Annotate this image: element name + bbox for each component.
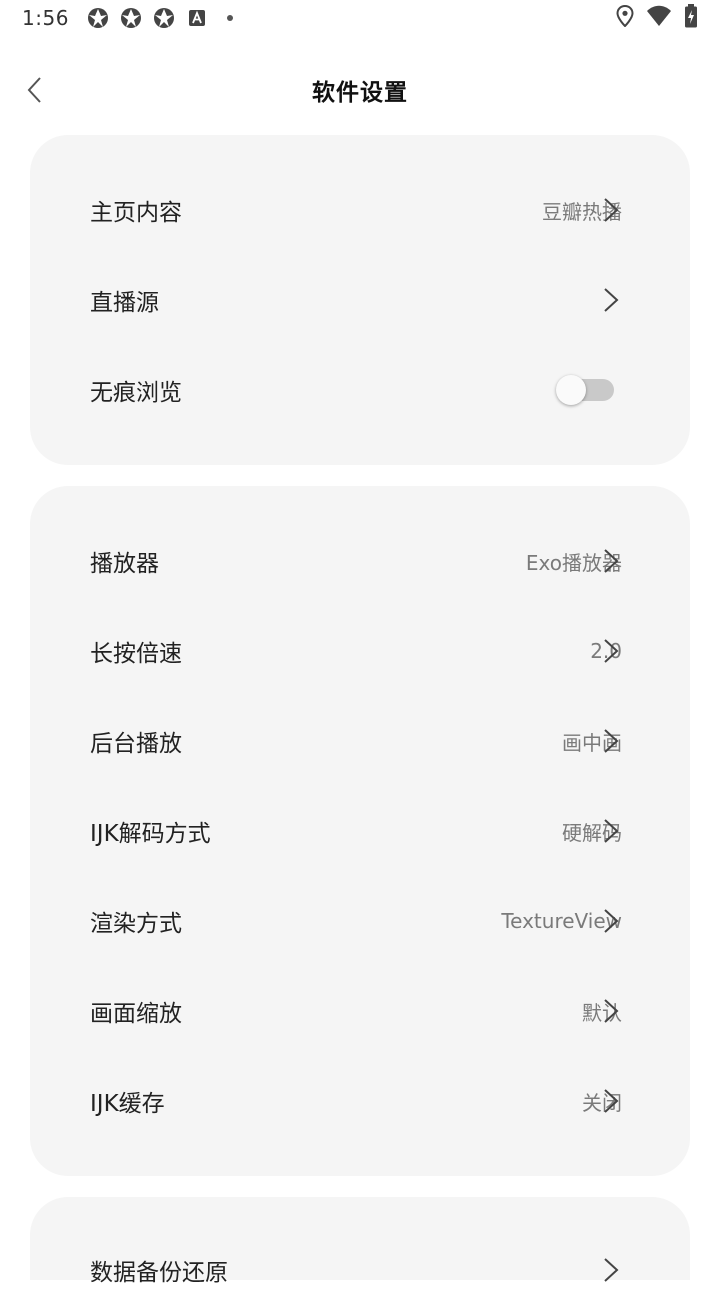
aperture-icon — [120, 7, 142, 29]
text-box-icon — [186, 7, 208, 29]
row-label: 长按倍速 — [90, 641, 182, 667]
row-label: 后台播放 — [90, 731, 182, 757]
settings-row-player[interactable]: 播放器 Exo播放器 — [30, 516, 690, 606]
settings-row-data-backup[interactable]: 数据备份还原 — [30, 1225, 690, 1315]
settings-group-player: 播放器 Exo播放器 长按倍速 2.0 后台播放 画中画 IJK解码方式 硬解码… — [30, 486, 690, 1176]
aperture-icon — [153, 7, 175, 29]
row-label: 直播源 — [90, 290, 159, 316]
status-bar: 1:56 — [0, 0, 720, 36]
dot-icon — [219, 7, 241, 29]
row-label: 主页内容 — [90, 200, 182, 226]
chevron-right-icon — [604, 198, 619, 222]
row-label: 无痕浏览 — [90, 380, 182, 406]
settings-row-long-press-speed[interactable]: 长按倍速 2.0 — [30, 606, 690, 696]
aperture-icon — [87, 7, 109, 29]
settings-row-ijk-decode[interactable]: IJK解码方式 硬解码 — [30, 786, 690, 876]
settings-row-picture-scale[interactable]: 画面缩放 默认 — [30, 966, 690, 1056]
chevron-right-icon — [604, 639, 619, 663]
row-label: 画面缩放 — [90, 1001, 182, 1027]
row-label: IJK缓存 — [90, 1091, 165, 1117]
back-button[interactable] — [18, 74, 50, 106]
settings-row-background-play[interactable]: 后台播放 画中画 — [30, 696, 690, 786]
row-label: 数据备份还原 — [90, 1260, 228, 1286]
settings-row-ijk-cache[interactable]: IJK缓存 关闭 — [30, 1056, 690, 1146]
chevron-right-icon — [604, 549, 619, 573]
chevron-right-icon — [604, 819, 619, 843]
settings-row-incognito: 无痕浏览 — [30, 345, 690, 435]
row-label: IJK解码方式 — [90, 821, 211, 847]
chevron-right-icon — [604, 999, 619, 1023]
chevron-right-icon — [604, 288, 619, 312]
chevron-right-icon — [604, 729, 619, 753]
status-time: 1:56 — [22, 6, 69, 30]
chevron-left-icon — [27, 77, 41, 103]
wifi-icon — [646, 5, 672, 32]
settings-row-home-content[interactable]: 主页内容 豆瓣热播 — [30, 165, 690, 255]
settings-row-render-mode[interactable]: 渲染方式 TextureView — [30, 876, 690, 966]
page-title: 软件设置 — [312, 80, 408, 106]
settings-row-live-source[interactable]: 直播源 — [30, 255, 690, 345]
app-bar: 软件设置 — [0, 60, 720, 120]
toggle-knob — [556, 375, 586, 405]
battery-charging-icon — [684, 3, 698, 33]
location-icon — [616, 4, 634, 32]
row-label: 播放器 — [90, 551, 159, 577]
row-label: 渲染方式 — [90, 911, 182, 937]
chevron-right-icon — [604, 909, 619, 933]
chevron-right-icon — [604, 1089, 619, 1113]
settings-group-data: 数据备份还原 — [30, 1197, 690, 1286]
settings-group-general: 主页内容 豆瓣热播 直播源 无痕浏览 — [30, 135, 690, 465]
incognito-toggle[interactable] — [556, 375, 614, 405]
